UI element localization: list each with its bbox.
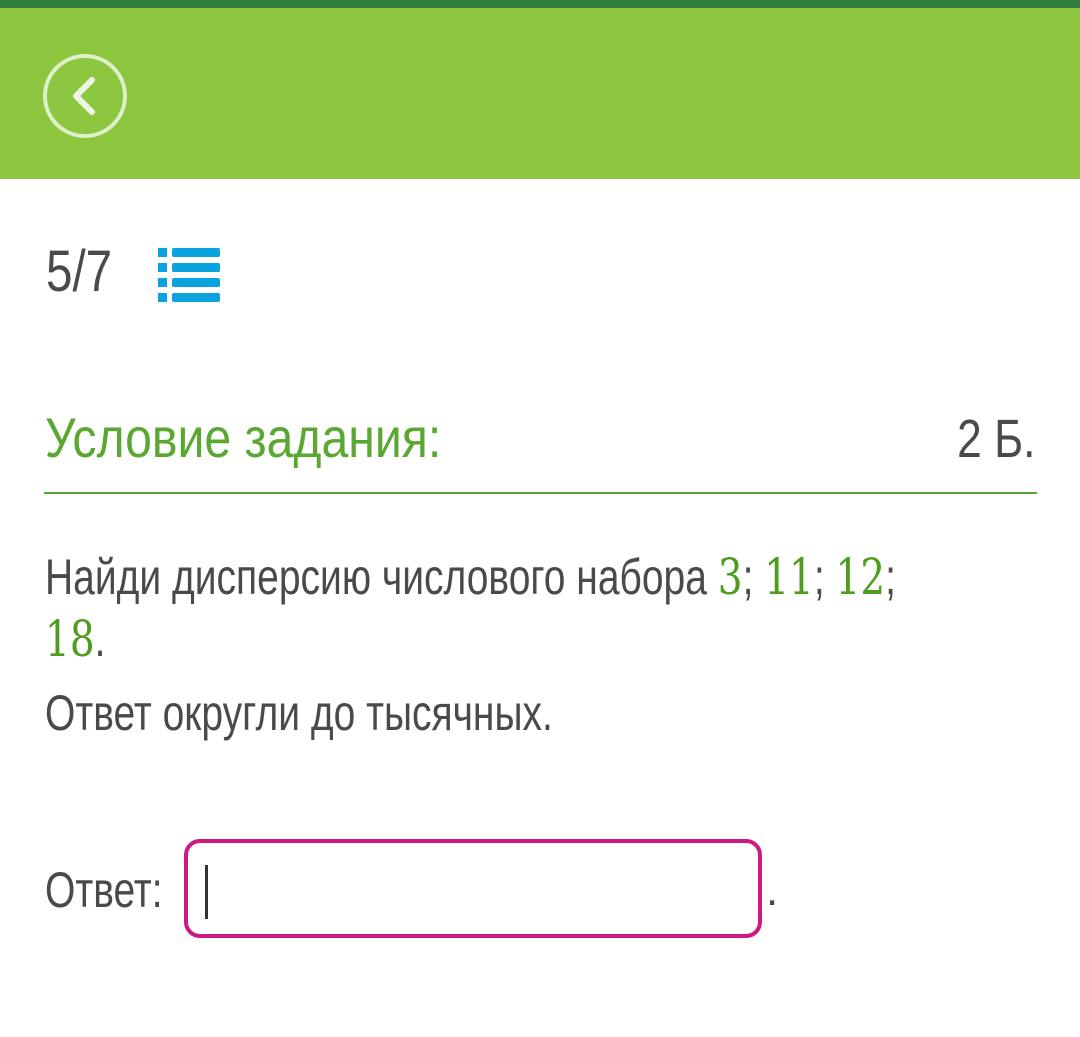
end-punctuation: .: [94, 611, 106, 667]
question-text: Найди дисперсию числового набора 3; 11; …: [45, 547, 1043, 669]
data-value: 18: [45, 610, 95, 668]
title-divider: [44, 492, 1037, 494]
task-points: 2 Б.: [956, 409, 1035, 469]
value-separator: ;: [813, 549, 836, 605]
answer-label: Ответ:: [45, 862, 163, 918]
task-condition-title: Условие задания:: [45, 406, 442, 469]
total-task-count: 7: [85, 239, 112, 304]
answer-field-box[interactable]: [184, 839, 762, 938]
text-caret: [205, 865, 208, 919]
rounding-instruction: Ответ округли до тысячных.: [45, 685, 553, 741]
question-prefix: Найди дисперсию числового набора: [45, 549, 718, 605]
data-value: 3: [717, 548, 743, 606]
value-separator: ;: [742, 549, 765, 605]
task-counter: 5/7: [46, 243, 112, 301]
answer-input[interactable]: [204, 857, 744, 921]
data-value: 11: [764, 548, 814, 606]
answer-suffix: .: [766, 866, 779, 915]
back-button[interactable]: [43, 54, 127, 138]
current-task-number: 5: [46, 239, 72, 304]
chevron-left-icon: [73, 77, 95, 115]
data-value: 12: [835, 548, 886, 606]
header-bar: [0, 8, 1080, 179]
list-icon[interactable]: [158, 246, 222, 306]
status-strip: [0, 0, 1080, 8]
value-separator: ;: [885, 549, 897, 605]
counter-separator: /: [72, 239, 85, 304]
